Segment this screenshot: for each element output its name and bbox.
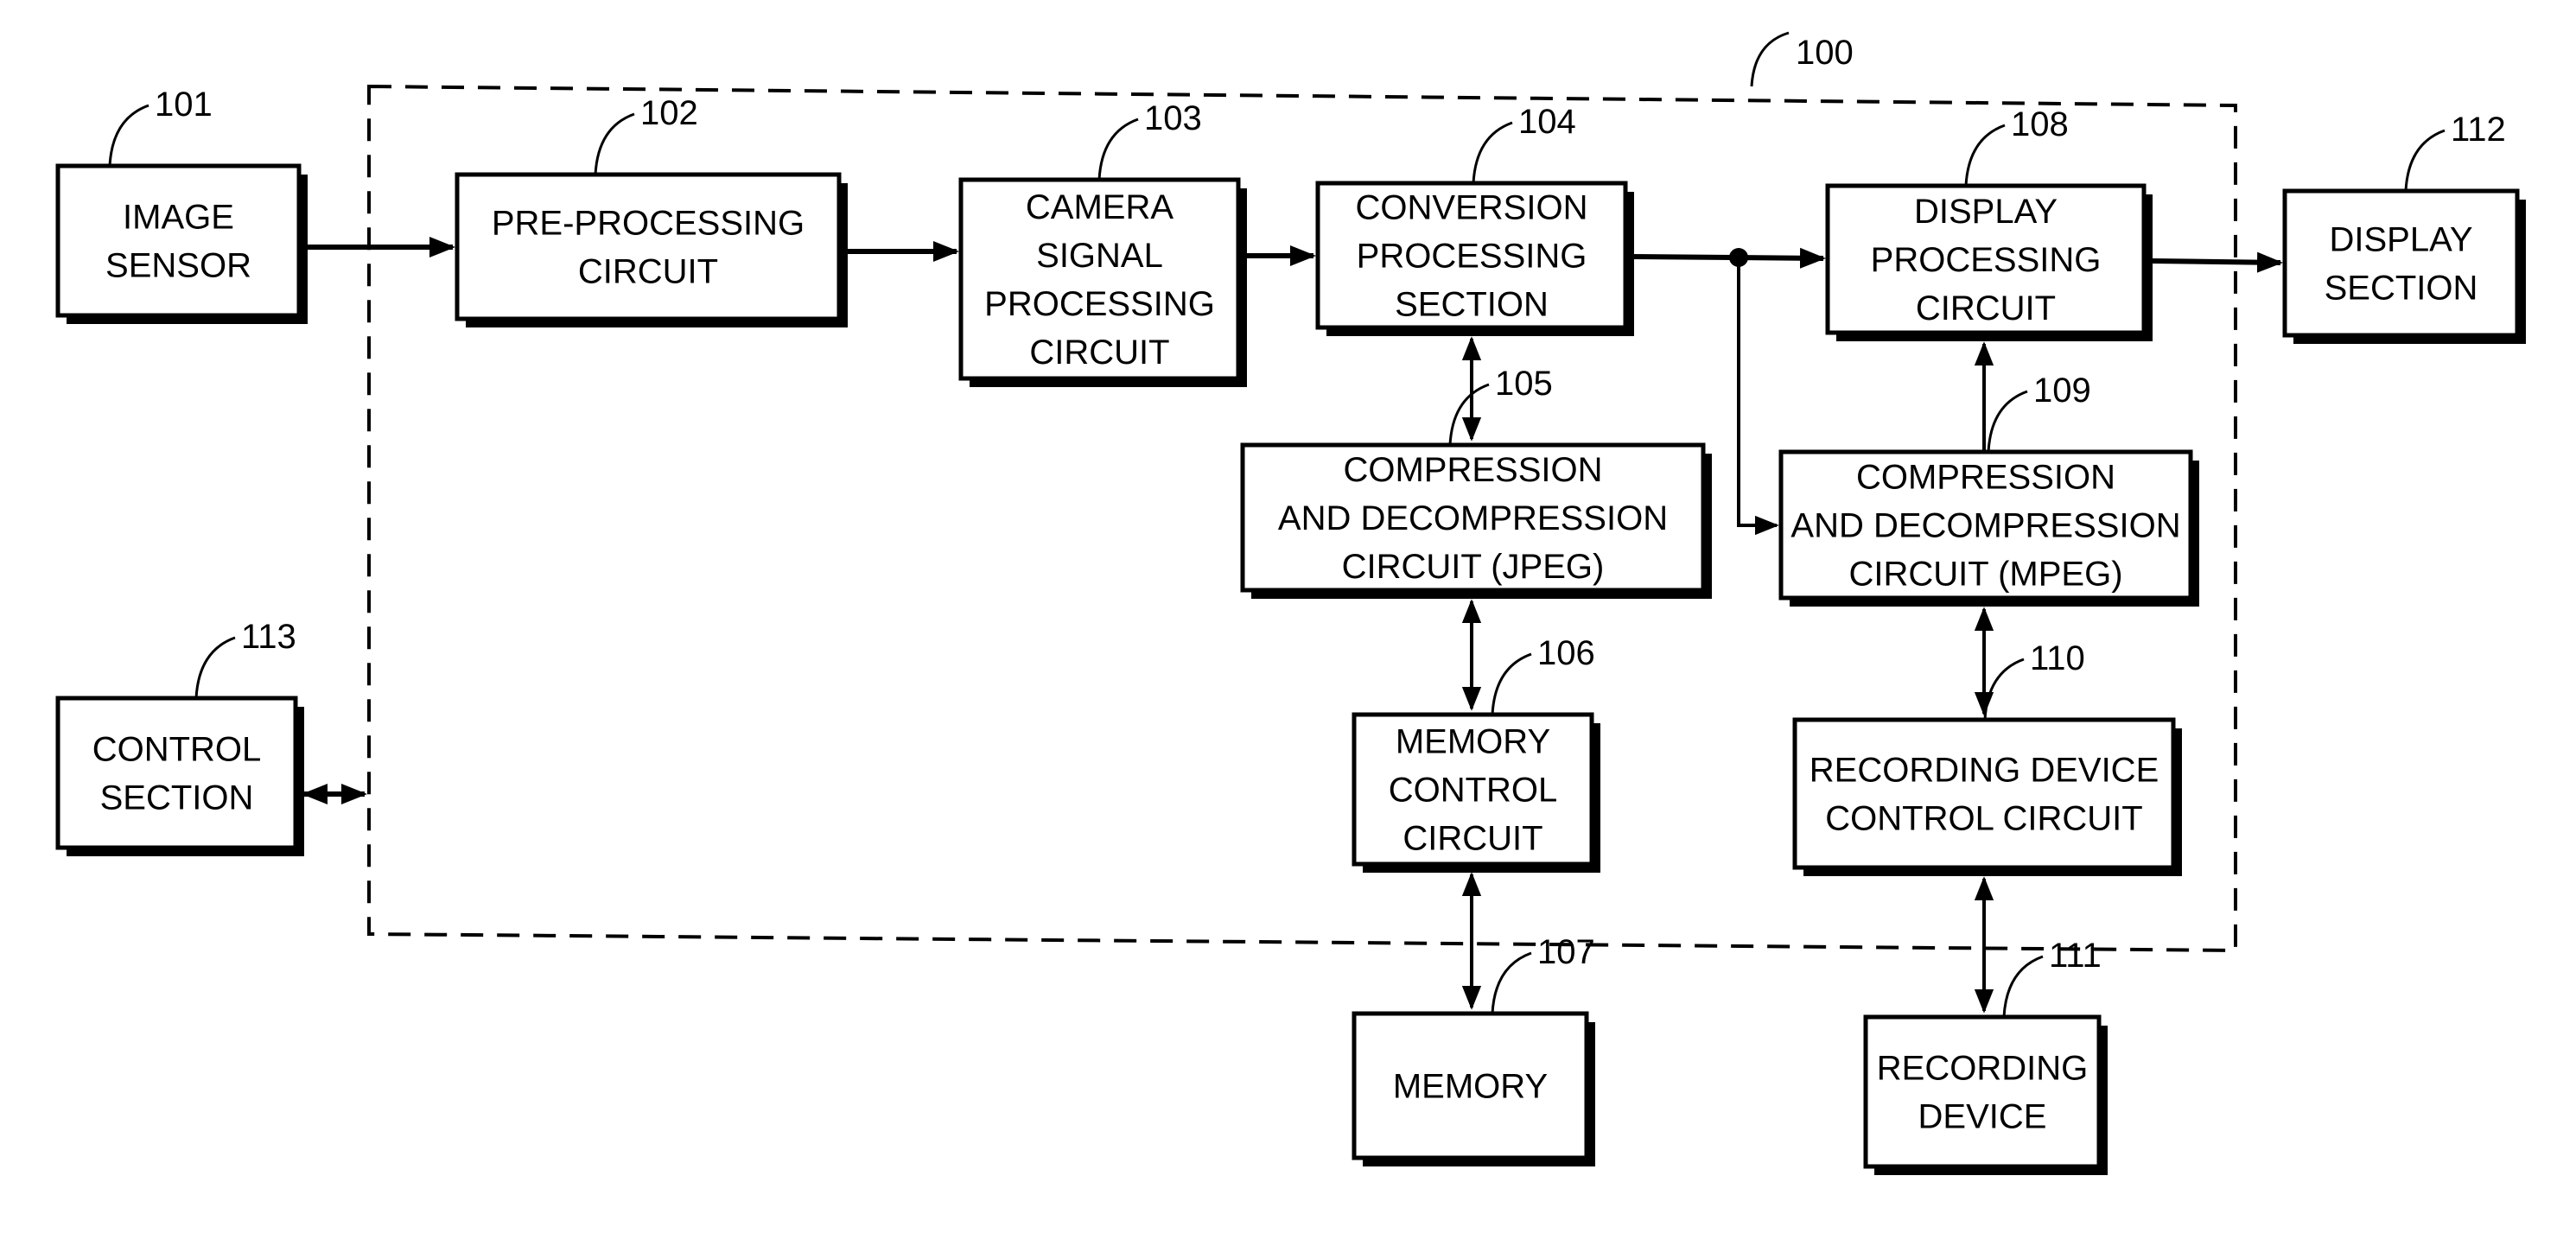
block-recording-device: RECORDING DEVICE 111 [1863, 937, 2108, 1175]
block-conversion-processing-section: CONVERSION PROCESSING SECTION 104 [1315, 103, 1634, 336]
leader-line-107 [1491, 951, 1532, 1014]
block-camera-signal-processing-circuit: CAMERA SIGNAL PROCESSING CIRCUIT 103 [958, 99, 1247, 387]
block-pre-processing-circuit: PRE-PROCESSING CIRCUIT 102 [455, 94, 848, 327]
block-label-line: CONTROL CIRCUIT [1825, 800, 2142, 838]
leader-line-100 [1750, 31, 1790, 87]
leader-line-103 [1097, 118, 1139, 181]
block-label-line: COMPRESSION [1856, 459, 2115, 497]
leader-line-106 [1491, 652, 1532, 715]
block-recording-device-control-circuit: RECORDING DEVICE CONTROL CIRCUIT 110 [1792, 639, 2182, 876]
ref-label-104: 104 [1518, 103, 1576, 141]
ref-label-106: 106 [1537, 634, 1595, 672]
block-label-line: PRE-PROCESSING [492, 205, 805, 243]
leader-line-102 [594, 112, 635, 175]
block-label-line: SENSOR [105, 247, 251, 285]
ref-label-105: 105 [1495, 365, 1553, 403]
block-label-line: CIRCUIT (JPEG) [1342, 548, 1605, 586]
ref-label-110: 110 [2030, 639, 2085, 677]
leader-line-108 [1964, 124, 2006, 187]
arrow-junction-to-109 [1737, 257, 1779, 536]
leader-line-112 [2404, 129, 2446, 192]
block-control-section: CONTROL SECTION 113 [55, 618, 304, 856]
block-frame [55, 163, 302, 318]
block-memory-control-circuit: MEMORY CONTROL CIRCUIT 106 [1352, 634, 1600, 873]
ref-label-112: 112 [2451, 111, 2506, 149]
leader-line-105 [1448, 383, 1490, 446]
block-label-line: CONTROL [1389, 772, 1558, 810]
block-label-line: CIRCUIT [1402, 820, 1542, 858]
leader-line-111 [2002, 955, 2044, 1018]
ref-label-109: 109 [2033, 372, 2091, 410]
leader-line-110 [1983, 658, 2025, 721]
block-label-line: PROCESSING [984, 285, 1215, 323]
ref-label-107: 107 [1537, 933, 1595, 971]
leader-line-101 [108, 104, 149, 167]
block-jpeg-codec-circuit: COMPRESSION AND DECOMPRESSION CIRCUIT (JPE… [1240, 365, 1712, 599]
block-label-line: AND DECOMPRESSION [1278, 499, 1668, 537]
ref-label-102: 102 [640, 94, 698, 132]
ref-label-101: 101 [155, 86, 213, 124]
block-label-line: SECTION [100, 779, 254, 817]
ref-label-100: 100 [1796, 34, 1854, 72]
leader-line-113 [194, 636, 236, 699]
ref-label-113: 113 [241, 618, 296, 656]
block-label-line: SIGNAL [1036, 237, 1163, 275]
block-label-line: SECTION [1395, 286, 1549, 324]
block-frame [2282, 188, 2520, 338]
block-frame [55, 696, 298, 850]
block-display-processing-circuit: DISPLAY PROCESSING CIRCUIT 108 [1825, 105, 2153, 341]
ref-label-108: 108 [2011, 105, 2069, 143]
block-label-line: PROCESSING [1871, 241, 2102, 279]
block-label-line: CIRCUIT (MPEG) [1848, 556, 2122, 594]
block-memory: MEMORY 107 [1352, 933, 1595, 1166]
block-label-line: AND DECOMPRESSION [1790, 507, 2180, 545]
connections [302, 237, 2283, 1014]
ref-label-103: 103 [1144, 99, 1202, 137]
block-label-line: CIRCUIT [1029, 334, 1169, 372]
block-label-line: CIRCUIT [578, 253, 718, 291]
block-label-line: PROCESSING [1357, 238, 1587, 276]
ref-label-111: 111 [2049, 937, 2102, 975]
block-mpeg-codec-circuit: COMPRESSION AND DECOMPRESSION CIRCUIT (MPE… [1778, 372, 2199, 607]
block-display-section: DISPLAY SECTION 112 [2282, 111, 2526, 344]
block-label-line: RECORDING DEVICE [1810, 752, 2159, 790]
block-frame [1792, 717, 2176, 870]
block-label-line: DEVICE [1918, 1098, 2047, 1136]
block-label-line: CAMERA [1026, 188, 1174, 226]
block-label-line: RECORDING [1877, 1050, 2088, 1088]
block-label-line: DISPLAY [2330, 221, 2473, 259]
block-label-line: CONVERSION [1356, 189, 1588, 227]
block-label-line: MEMORY [1396, 723, 1550, 761]
block-frame [1863, 1014, 2102, 1169]
arrow-104-to-108 [1631, 247, 1826, 269]
block-label-line: DISPLAY [1914, 193, 2058, 231]
block-label-line: CIRCUIT [1916, 289, 2056, 327]
leader-line-104 [1472, 121, 1513, 184]
block-label-line: CONTROL [92, 731, 262, 769]
block-diagram: 100 IMAGE SENSOR 101 PRE-PROCESSING CIRCUIT 1… [55, 31, 2526, 1175]
arrow-108-to-112 [2151, 251, 2283, 273]
block-frame [455, 172, 842, 321]
block-image-sensor: IMAGE SENSOR 101 [55, 86, 308, 324]
block-label-line: MEMORY [1393, 1068, 1548, 1106]
block-label-line: IMAGE [123, 199, 234, 237]
block-label-line: SECTION [2325, 270, 2478, 308]
block-label-line: COMPRESSION [1343, 451, 1602, 489]
leader-line-109 [1987, 390, 2028, 453]
